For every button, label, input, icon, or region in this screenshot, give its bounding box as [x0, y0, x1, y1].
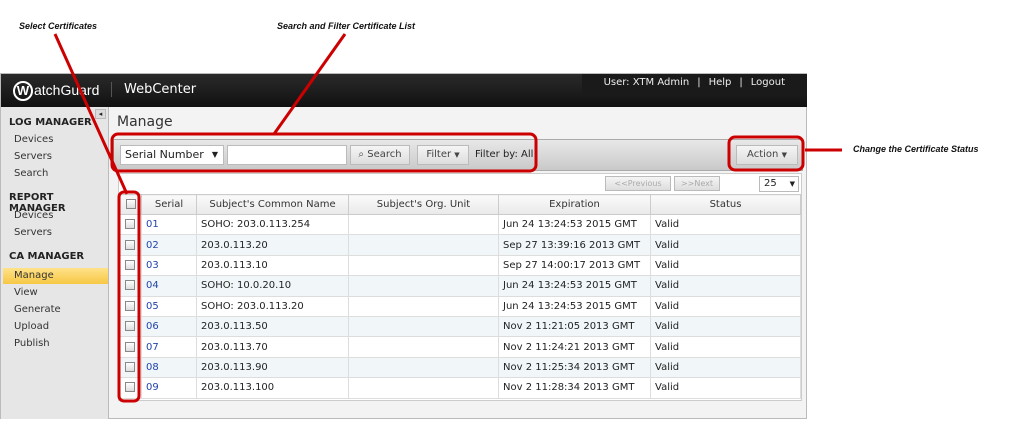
highlight-checkboxes	[117, 190, 141, 403]
annotation-line-search	[272, 33, 347, 135]
annotation-overlay	[53, 33, 842, 403]
highlight-search-filter	[110, 132, 538, 173]
highlight-action	[727, 135, 805, 172]
